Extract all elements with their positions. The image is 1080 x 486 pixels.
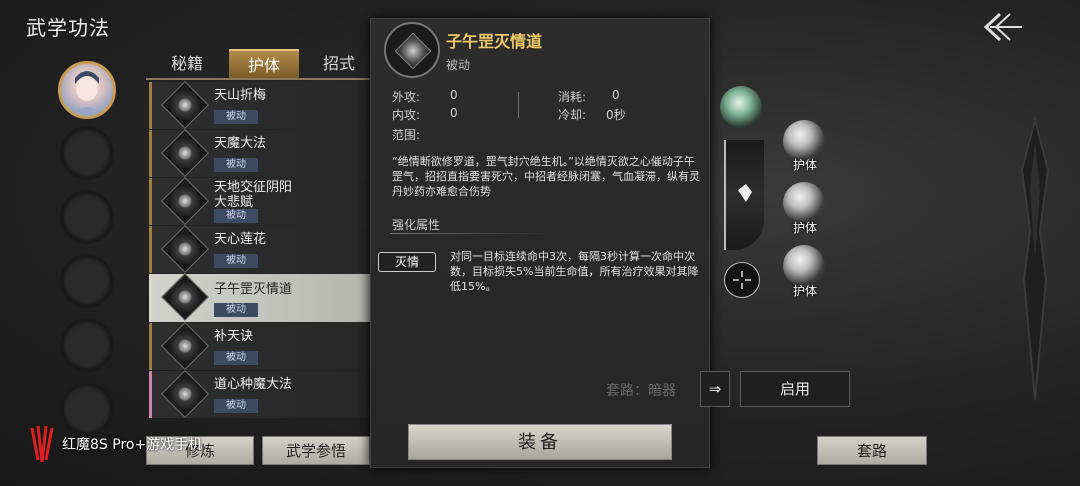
skill-emblem-icon: [160, 80, 210, 130]
inner-attack-label: 内攻:: [392, 108, 421, 122]
back-arrow-icon[interactable]: [980, 8, 1026, 46]
skill-item[interactable]: 天魔大法 被动: [149, 128, 370, 178]
skill-name: 天魔大法: [214, 136, 267, 151]
character-avatar[interactable]: [58, 61, 116, 119]
huti-slot-icon[interactable]: [783, 245, 825, 287]
tab-underline: [146, 78, 372, 80]
cost-label: 消耗:: [558, 90, 587, 104]
shield-emblem-icon: [724, 140, 764, 250]
skill-name: 天心莲花: [214, 232, 267, 247]
detail-skill-name: 子午罡灭情道: [446, 32, 543, 51]
huti-slot-label: 护体: [793, 284, 818, 298]
skill-emblem-icon: [160, 128, 210, 178]
passive-badge: 被动: [214, 254, 258, 268]
skill-list: 天山折梅 被动 天魔大法 被动 天地交征阴阳大悲赋 被动 天心莲花 被动 子午罡…: [149, 80, 370, 419]
skill-emblem-icon: [160, 321, 210, 371]
section-divider: [390, 233, 550, 234]
huti-slot-icon[interactable]: [783, 182, 825, 224]
skill-emblem-icon: [160, 369, 210, 419]
character-slot-empty[interactable]: [60, 190, 114, 244]
skill-emblem-icon: [160, 272, 210, 322]
skill-name: 天山折梅: [214, 88, 267, 103]
outer-attack-label: 外攻:: [392, 90, 421, 104]
passive-badge: 被动: [214, 110, 258, 124]
cooldown-label: 冷却:: [558, 108, 587, 122]
skill-detail-panel: [370, 18, 710, 468]
skill-emblem-icon: [160, 224, 210, 274]
enhance-description: 对同一目标连续命中3次，每隔3秒计算一次命中次数，目标损失5%当前生命值，所有治…: [450, 250, 699, 293]
skill-name: 补天诀: [214, 329, 254, 344]
skill-item[interactable]: 天地交征阴阳大悲赋 被动: [149, 176, 370, 226]
character-slot-empty[interactable]: [60, 126, 114, 180]
skill-item-selected[interactable]: 子午罡灭情道 被动: [149, 272, 370, 322]
page-title: 武学功法: [26, 16, 110, 40]
tab-miji[interactable]: 秘籍: [152, 49, 222, 79]
character-slot-empty[interactable]: [60, 318, 114, 372]
arrow-right-icon[interactable]: ⇒: [700, 371, 730, 407]
passive-badge: 被动: [214, 399, 258, 413]
stat-divider: [518, 92, 519, 118]
inner-attack-value: 0: [450, 106, 458, 120]
passive-badge: 被动: [214, 351, 258, 365]
passive-badge: 被动: [214, 303, 258, 317]
tab-zhaoshi[interactable]: 招式: [304, 49, 374, 79]
device-watermark: 红魔8S Pro+游戏手机: [28, 424, 202, 464]
detail-skill-icon: [384, 22, 440, 78]
skill-item[interactable]: 道心种魔大法 被动: [149, 369, 370, 419]
weapon-artwork-icon: [1020, 116, 1050, 401]
enable-button[interactable]: 启用: [740, 371, 850, 407]
passive-badge: 被动: [214, 158, 258, 172]
set-route-label: 套路：暗器: [606, 383, 676, 399]
redmagic-logo-icon: [30, 425, 54, 463]
watermark-text: 红魔8S Pro+游戏手机: [62, 437, 203, 453]
cost-value: 0: [612, 88, 620, 102]
set-route-button[interactable]: 套路: [817, 436, 927, 465]
detail-skill-type: 被动: [446, 58, 471, 72]
skill-item[interactable]: 天心莲花 被动: [149, 224, 370, 274]
outer-attack-value: 0: [450, 88, 458, 102]
enhance-title: 强化属性: [392, 218, 441, 232]
skill-item[interactable]: 天山折梅 被动: [149, 80, 370, 130]
cooldown-value: 0秒: [606, 108, 626, 122]
equip-button[interactable]: 装备: [408, 424, 672, 460]
skill-name: 天地交征阴阳大悲赋: [214, 180, 293, 210]
tab-huti[interactable]: 护体: [229, 49, 299, 79]
skill-emblem-icon: [160, 176, 210, 226]
character-slot-empty[interactable]: [60, 254, 114, 308]
huti-slot-label: 护体: [793, 158, 818, 172]
crosshair-icon[interactable]: [724, 262, 760, 298]
martial-study-button[interactable]: 武学参悟: [262, 436, 370, 465]
huti-slot-label: 护体: [793, 221, 818, 235]
skill-description: “绝情断欲修罗道，罡气封穴绝生机。”以绝情灭欲之心催动子午罡气，招招直指要害死穴…: [392, 155, 700, 198]
skill-name: 子午罡灭情道: [214, 282, 293, 297]
skill-item[interactable]: 补天诀 被动: [149, 321, 370, 371]
skill-name: 道心种魔大法: [214, 377, 293, 392]
enhance-tag: 灭情: [378, 252, 436, 272]
passive-badge: 被动: [214, 209, 258, 223]
range-label: 范围:: [392, 128, 421, 142]
martial-stance-icon[interactable]: [720, 86, 762, 128]
